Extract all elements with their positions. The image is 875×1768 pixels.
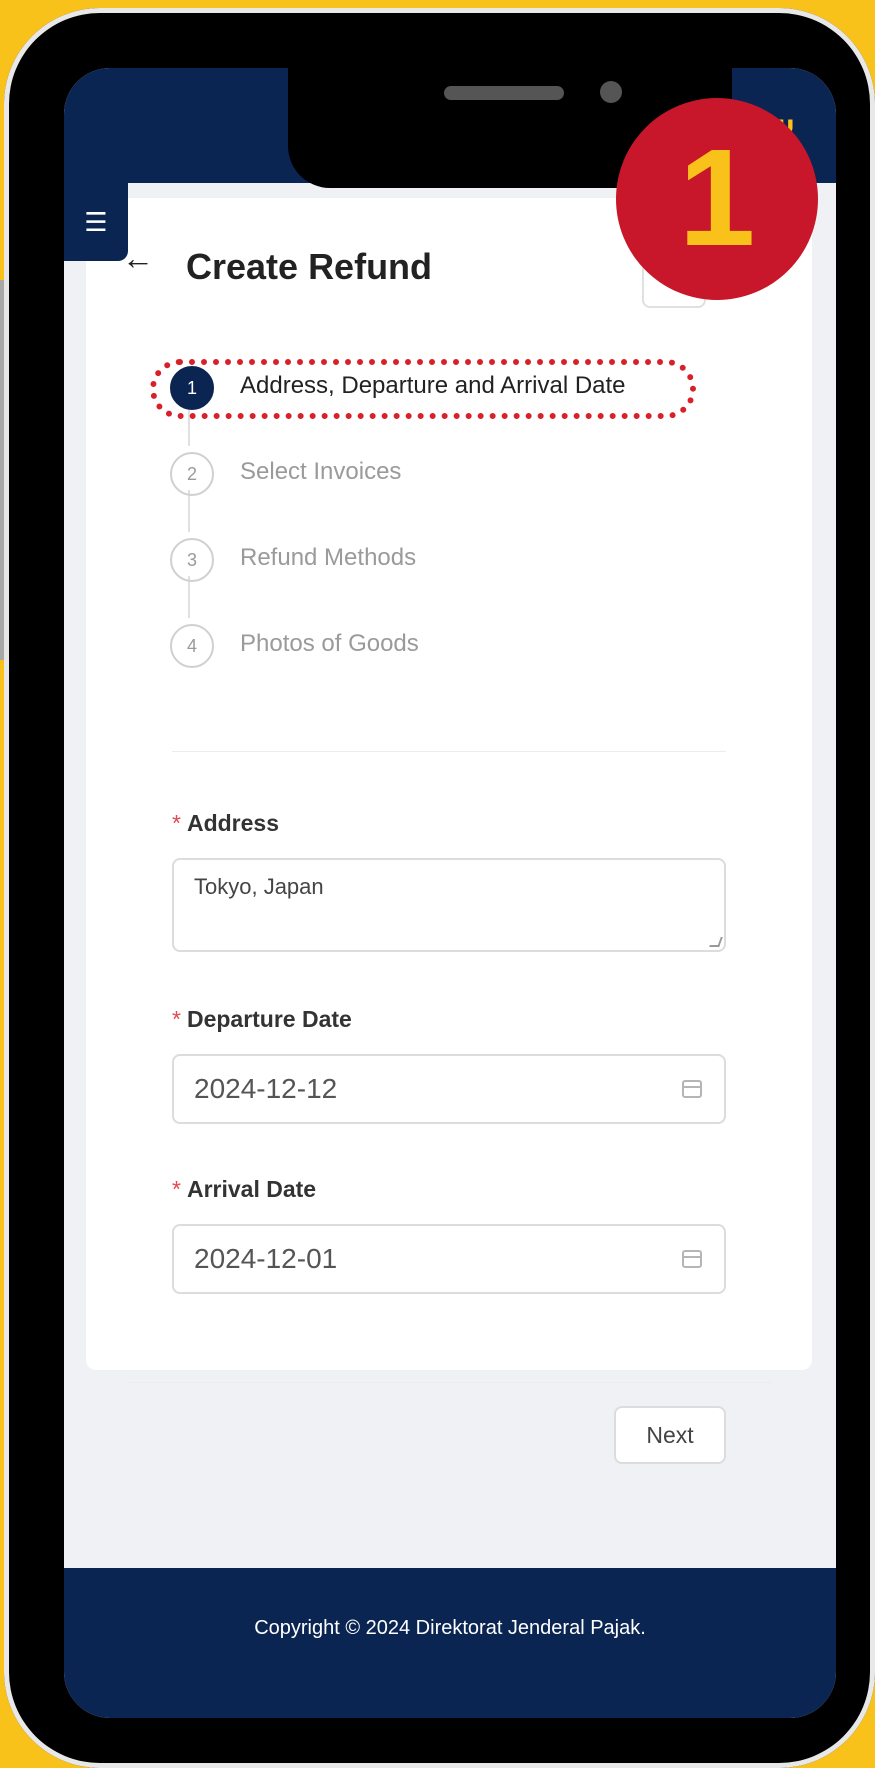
calendar-icon[interactable] — [682, 1250, 702, 1268]
departure-date-value: 2024-12-12 — [194, 1073, 338, 1104]
required-marker: * — [172, 810, 181, 836]
step-label: Refund Methods — [240, 544, 417, 571]
step-2: 2 Select Invoices — [170, 452, 710, 496]
step-label: Photos of Goods — [240, 630, 419, 657]
step-number: 2 — [170, 452, 214, 496]
actions-divider — [126, 1382, 772, 1383]
app-footer: Copyright © 2024 Direktorat Jenderal Paj… — [64, 1568, 836, 1718]
next-button[interactable]: Next — [614, 1406, 726, 1464]
calendar-icon[interactable] — [682, 1080, 702, 1098]
page-title: Create Refund — [186, 246, 433, 287]
departure-date-label: * Departure Date — [172, 1006, 352, 1033]
step-connector — [188, 576, 190, 618]
phone-screen: Ψ ☰ ← Create Refund 1 Address, Departure… — [64, 68, 836, 1718]
list-menu-icon: ☰ — [84, 207, 108, 237]
resize-handle[interactable] — [709, 937, 723, 947]
step-label: Select Invoices — [240, 458, 402, 485]
departure-date-label-text: Departure Date — [186, 1006, 352, 1032]
active-step-highlight — [150, 359, 696, 419]
address-label-text: Address — [186, 810, 279, 836]
arrival-date-label: * Arrival Date — [172, 1176, 316, 1203]
step-number: 3 — [170, 538, 214, 582]
arrival-date-label-text: Arrival Date — [186, 1176, 317, 1202]
menu-toggle-button[interactable]: ☰ — [64, 183, 128, 261]
address-value: Tokyo, Japan — [194, 874, 324, 899]
step-number: 4 — [170, 624, 214, 668]
copyright-text: Copyright © 2024 Direktorat Jenderal Paj… — [254, 1617, 646, 1639]
departure-date-input[interactable]: 2024-12-12 — [172, 1054, 726, 1124]
section-divider — [172, 751, 726, 752]
address-label: * Address — [172, 810, 279, 837]
address-textarea[interactable]: Tokyo, Japan — [172, 858, 726, 952]
required-marker: * — [172, 1176, 181, 1202]
arrival-date-value: 2024-12-01 — [194, 1243, 338, 1274]
step-connector — [188, 490, 190, 532]
step-number-badge: 1 — [616, 98, 818, 300]
required-marker: * — [172, 1006, 181, 1032]
front-camera — [600, 81, 622, 103]
step-3: 3 Refund Methods — [170, 538, 710, 582]
step-4: 4 Photos of Goods — [170, 624, 710, 668]
arrival-date-input[interactable]: 2024-12-01 — [172, 1224, 726, 1294]
speaker — [444, 86, 564, 100]
